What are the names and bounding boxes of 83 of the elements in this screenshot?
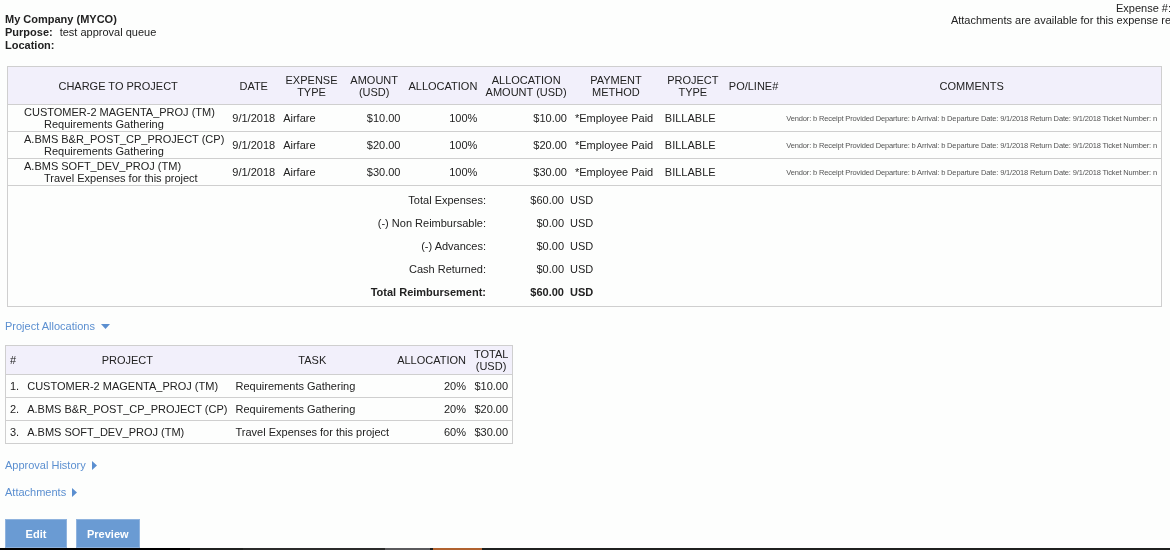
table-cell: *Employee Paid: [570, 104, 661, 132]
table-cell: Requirements Gathering: [231, 374, 394, 398]
table-cell: $20.00: [481, 131, 571, 159]
field-value: test approval queue: [59, 26, 157, 38]
total-amount: $60.00: [529, 285, 564, 300]
column-header: ALLOCATION AMOUNT (USD): [481, 67, 571, 105]
table-cell: A.BMS B&R_POST_CP_PROJECT (CP): [23, 397, 232, 421]
table-cell: $10.00: [470, 374, 513, 398]
column-header: ALLOCATION: [393, 345, 470, 375]
table-cell: 20%: [393, 374, 470, 398]
project-name: A.BMS B&R_POST_CP_PROJECT (CP): [24, 133, 225, 145]
total-amount: $0.00: [535, 239, 564, 254]
task-name: Travel Expenses for this project: [44, 172, 198, 184]
total-label: Total Expenses:: [407, 193, 486, 208]
table-cell: 100%: [404, 104, 482, 132]
table-cell: 20%: [393, 397, 470, 421]
column-header: TASK: [231, 345, 394, 375]
notice-text: Attachments are available for this expense re: [950, 14, 1170, 26]
section-toggle[interactable]: Attachments: [5, 485, 78, 499]
project-name: A.BMS SOFT_DEV_PROJ (TM): [24, 160, 182, 172]
currency-code: USD: [569, 193, 595, 208]
task-name: Requirements Gathering: [44, 145, 164, 157]
table-cell: 100%: [404, 131, 482, 159]
column-header: PAYMENT METHOD: [570, 67, 661, 105]
field-label: Expense #:: [1115, 2, 1170, 14]
task-name: Requirements Gathering: [44, 118, 164, 130]
table-cell: $10.00: [481, 104, 571, 132]
preview-button[interactable]: Preview: [76, 519, 140, 548]
table-cell: 2.: [5, 397, 24, 421]
table-cell: 100%: [404, 158, 482, 186]
total-label: (-) Advances:: [420, 239, 486, 254]
table-cell: *Employee Paid: [570, 131, 661, 159]
section-toggle[interactable]: Approval History: [5, 458, 97, 472]
column-header: #: [5, 345, 24, 375]
table-cell: $20.00: [470, 397, 513, 421]
column-header: EXPENSE TYPE: [279, 67, 344, 105]
total-amount: $0.00: [535, 262, 564, 277]
total-label: Cash Returned:: [407, 262, 486, 277]
table-cell: Requirements Gathering: [231, 397, 394, 421]
table-cell: Airfare: [279, 131, 344, 159]
table-cell: 9/1/2018: [228, 131, 280, 159]
column-header: PROJECT: [23, 345, 232, 375]
table-cell: $30.00: [343, 158, 405, 186]
table-cell: $20.00: [343, 131, 405, 159]
column-header: COMMENTS: [782, 67, 1161, 105]
column-header: TOTAL (USD): [470, 345, 513, 375]
currency-code: USD: [569, 239, 595, 254]
column-header: PROJECT TYPE: [660, 67, 725, 105]
column-header: DATE: [228, 67, 280, 105]
total-amount: $0.00: [535, 216, 564, 231]
table-cell: *Employee Paid: [570, 158, 661, 186]
table-cell: Airfare: [279, 158, 344, 186]
table-cell: A.BMS SOFT_DEV_PROJ (TM): [23, 420, 232, 444]
table-cell: 9/1/2018: [228, 104, 280, 132]
column-header: CHARGE TO PROJECT: [8, 67, 229, 105]
total-amount: $60.00: [529, 193, 564, 208]
currency-code: USD: [569, 216, 595, 231]
project-name: CUSTOMER-2 MAGENTA_PROJ (TM): [24, 106, 215, 118]
table-cell: Travel Expenses for this project: [231, 420, 394, 444]
field-label: Location:: [5, 39, 56, 51]
column-header: PO/LINE#: [724, 67, 783, 105]
total-label: (-) Non Reimbursable:: [376, 216, 486, 231]
table-cell: 1.: [5, 374, 24, 398]
table-cell: BILLABLE: [660, 131, 725, 159]
field-label: Purpose:: [5, 26, 53, 38]
table-cell: 60%: [393, 420, 470, 444]
edit-button[interactable]: Edit: [5, 519, 67, 548]
section-toggle[interactable]: Project Allocations: [5, 319, 110, 333]
table-cell: $30.00: [481, 158, 571, 186]
table-cell: CUSTOMER-2 MAGENTA_PROJ (TM): [23, 374, 232, 398]
table-cell: Airfare: [279, 104, 344, 132]
column-header: ALLOCATION: [404, 67, 482, 105]
total-label: Total Reimbursement:: [369, 285, 486, 300]
currency-code: USD: [569, 285, 595, 300]
table-cell: 9/1/2018: [228, 158, 280, 186]
table-cell: $30.00: [470, 420, 513, 444]
currency-code: USD: [569, 262, 595, 277]
table-cell: 3.: [5, 420, 24, 444]
table-cell: $10.00: [343, 104, 405, 132]
company-name: My Company (MYCO): [5, 13, 118, 25]
table-cell: BILLABLE: [660, 104, 725, 132]
column-header: AMOUNT (USD): [343, 67, 405, 105]
table-cell: BILLABLE: [660, 158, 725, 186]
